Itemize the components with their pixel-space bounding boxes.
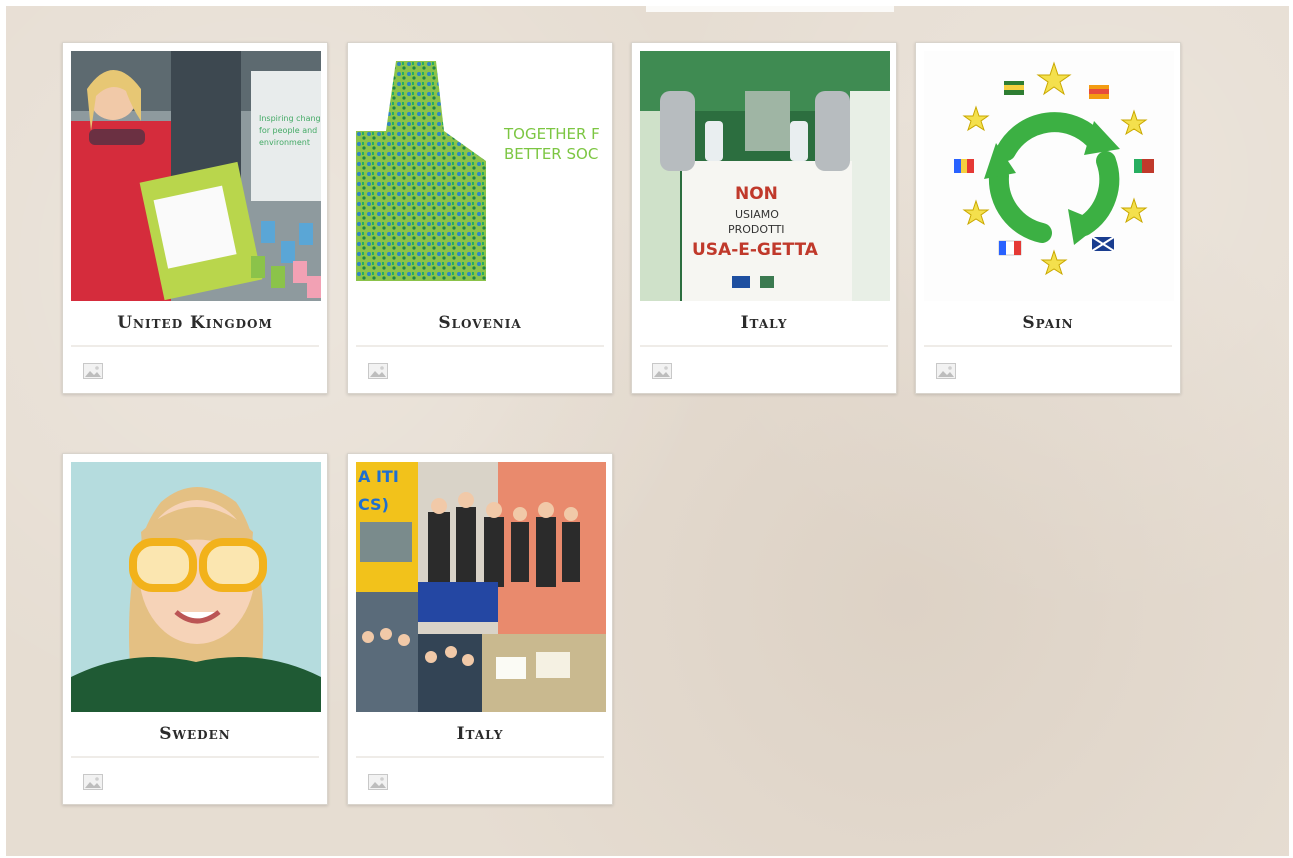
graphic-thumbs-up: TOGETHER F BETTER SOC [356, 51, 606, 301]
thumbnail-slovenia[interactable]: TOGETHER F BETTER SOC [356, 51, 606, 301]
image-text-line: PRODOTTI [728, 223, 785, 236]
card-title[interactable]: United Kingdom [71, 313, 319, 333]
image-icon [936, 363, 956, 379]
drawing-recycle-stars-flags [924, 51, 1174, 301]
card-title[interactable]: Italy [640, 313, 888, 333]
image-text-line: TOGETHER F [503, 125, 600, 143]
image-icon [652, 363, 672, 379]
gallery-card-united-kingdom[interactable]: Inspiring change for people and environm… [62, 42, 328, 394]
svg-text:for people and: for people and [259, 126, 317, 135]
image-text-line: NON [735, 184, 778, 204]
divider [640, 345, 888, 347]
svg-text:Inspiring change: Inspiring change [259, 114, 321, 123]
image-text-line: USIAMO [735, 208, 779, 221]
photo-school-event-collage: A ITI CS) [356, 462, 606, 712]
thumbnail-italy[interactable]: NON USIAMO PRODOTTI USA-E-GETTA [640, 51, 890, 301]
thumbnail-spain[interactable] [924, 51, 1174, 301]
thumbnail-united-kingdom[interactable]: Inspiring change for people and environm… [71, 51, 321, 301]
divider [356, 345, 604, 347]
image-text-line: A ITI [358, 467, 399, 486]
page-background: Inspiring change for people and environm… [6, 6, 1289, 856]
svg-text:environment: environment [259, 138, 310, 147]
card-title[interactable]: Sweden [71, 724, 319, 744]
divider [356, 756, 604, 758]
gallery-card-sweden[interactable]: Sweden [62, 453, 328, 805]
image-text-line: USA-E-GETTA [692, 240, 819, 260]
image-icon [368, 774, 388, 790]
gallery-card-slovenia[interactable]: TOGETHER F BETTER SOC Slovenia [347, 42, 613, 394]
divider [71, 345, 319, 347]
card-title[interactable]: Italy [356, 724, 604, 744]
top-bar-fragment [646, 6, 894, 12]
image-icon [368, 363, 388, 379]
image-text-line: CS) [358, 495, 389, 514]
image-icon [83, 774, 103, 790]
thumbnail-sweden[interactable] [71, 462, 321, 712]
photo-girl-with-glasses [71, 462, 321, 712]
thumbnail-italy-2[interactable]: A ITI CS) [356, 462, 606, 712]
gallery-card-spain[interactable]: Spain [915, 42, 1181, 394]
divider [924, 345, 1172, 347]
photo-non-usiamo-sign: NON USIAMO PRODOTTI USA-E-GETTA [640, 51, 890, 301]
gallery-card-italy-2[interactable]: A ITI CS) Italy [347, 453, 613, 805]
card-title[interactable]: Spain [924, 313, 1172, 333]
gallery-card-italy[interactable]: NON USIAMO PRODOTTI USA-E-GETTA Italy [631, 42, 897, 394]
card-title[interactable]: Slovenia [356, 313, 604, 333]
image-icon [83, 363, 103, 379]
divider [71, 756, 319, 758]
photo-person-reusable-box: Inspiring change for people and environm… [71, 51, 321, 301]
image-text-line: BETTER SOC [504, 145, 598, 163]
